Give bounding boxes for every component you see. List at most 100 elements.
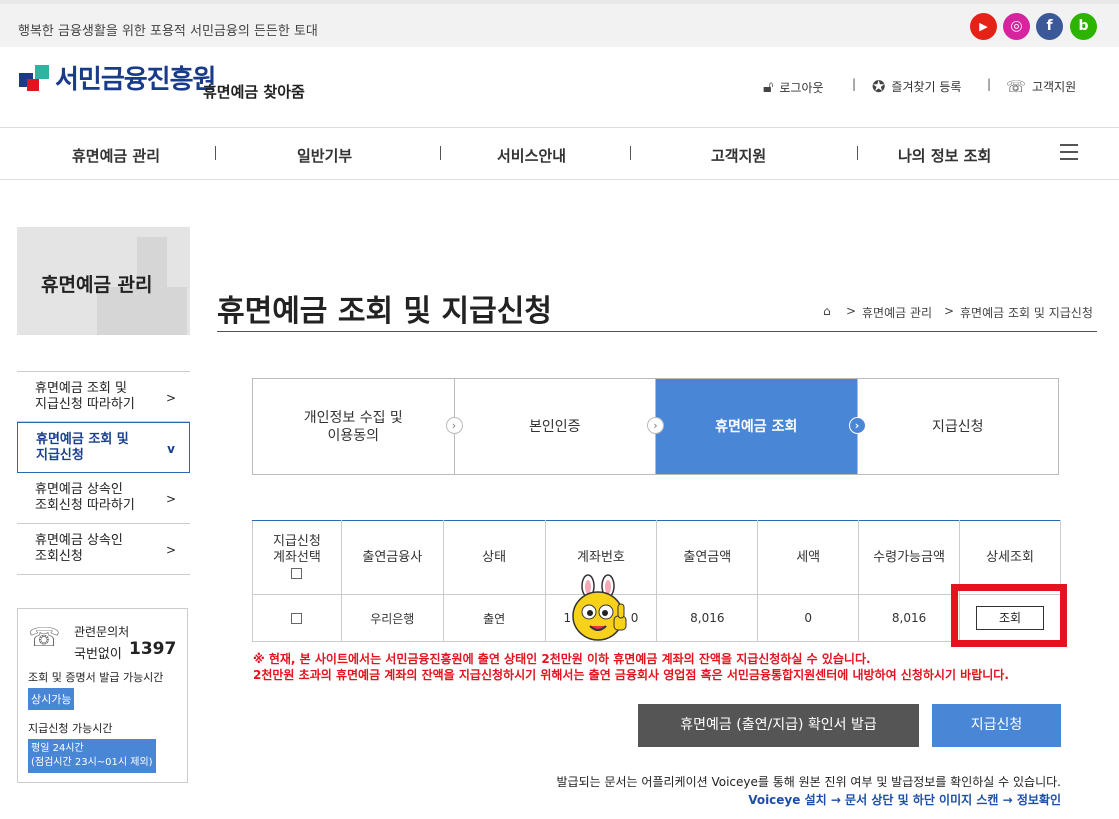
row-bank: 우리은행: [340, 594, 444, 642]
sidebar-item-heir-guide[interactable]: 휴면예금 상속인 조회신청 따라하기 >: [17, 473, 190, 524]
facebook-icon[interactable]: f: [1036, 13, 1063, 40]
col-receivable: 수령가능금액: [858, 520, 960, 595]
logout-link[interactable]: 🔓︎ 로그아웃: [763, 77, 824, 97]
inquiry-hours-label: 조회 및 증명서 발급 가능시간: [28, 671, 164, 684]
contact-title: 관련문의처: [74, 625, 130, 639]
bookmark-link[interactable]: ✪ 즐겨찾기 등록: [872, 77, 961, 96]
sidebar-item-inquiry[interactable]: 휴면예금 조회 및 지급신청 v: [17, 422, 190, 473]
nav-dormant-deposit[interactable]: 휴면예금 관리: [72, 145, 160, 166]
inquiry-hours-value: 상시가능: [28, 688, 75, 710]
breadcrumb-current[interactable]: 휴면예금 조회 및 지급신청: [960, 304, 1093, 321]
phone-number: 1397: [129, 639, 177, 659]
sidebar-item-label: 휴면예금 조회 및: [36, 432, 129, 447]
sidebar-title: 휴면예금 관리: [41, 274, 153, 296]
bookmark-label: 즐겨찾기 등록: [891, 80, 962, 94]
notice-line-2: 2천만원 초과의 휴면예금 계좌의 잔액을 지급신청하시기 위해서는 출연 금융…: [253, 668, 1009, 682]
nav-support[interactable]: 고객지원: [711, 145, 766, 166]
support-label: 고객지원: [1032, 80, 1077, 94]
payment-hours-line: (점검시간 23시~01시 제외): [31, 757, 153, 768]
table-row: 우리은행 출연 1 0 8,016 0 8,016 조회: [252, 594, 1061, 642]
payment-hours-line: 평일 24시간: [31, 743, 84, 754]
tagline: 행복한 금융생활을 위한 포용적 서민금융의 든든한 토대: [18, 24, 318, 39]
sidebar-item-heir-inquiry[interactable]: 휴면예금 상속인 조회신청 >: [17, 524, 190, 575]
row-amount: 8,016: [656, 594, 759, 642]
col-bank: 출연금융사: [340, 520, 444, 595]
nav-divider: [630, 146, 631, 160]
voiceye-steps[interactable]: Voiceye 설치 → 문서 상단 및 하단 이미지 스캔 → 정보확인: [748, 791, 1061, 808]
notice-line-1: ※ 현재, 본 사이트에서는 서민금융진흥원에 출연 상태인 2천만원 이하 휴…: [253, 652, 871, 666]
table-header-row: 지급신청 계좌선택 출연금융사 상태 계좌번호 출연금액 세액 수령가능금액 상…: [252, 520, 1061, 595]
col-status: 상태: [442, 520, 546, 595]
row-status: 출연: [442, 594, 546, 642]
instagram-icon[interactable]: ◎: [1003, 13, 1030, 40]
header-label: 계좌선택: [273, 549, 321, 565]
breadcrumb-item[interactable]: 휴면예금 관리: [862, 304, 932, 321]
progress-steps: 개인정보 수집 및 이용동의 › 본인인증 › 휴면예금 조회 › 지급신청: [252, 378, 1059, 475]
site-logo[interactable]: 서민금융진흥원: [55, 59, 216, 96]
header-label: 지급신청: [273, 533, 321, 549]
row-checkbox[interactable]: [291, 613, 303, 624]
lock-icon: 🔓︎: [763, 77, 774, 96]
highlight-box: [951, 584, 1067, 647]
step-apply: 지급신청: [858, 379, 1059, 474]
sidebar-item-label: 지급신청: [36, 448, 84, 463]
divider: |: [852, 77, 857, 91]
step-label: 본인인증: [528, 418, 581, 435]
breadcrumb-separator: >: [846, 304, 857, 318]
chevron-right-icon: >: [165, 543, 176, 557]
blog-icon[interactable]: b: [1070, 13, 1097, 40]
nav-divider: [440, 146, 441, 160]
certificate-button[interactable]: 휴면예금 (출연/지급) 확인서 발급: [638, 704, 919, 747]
step-inquiry: 휴면예금 조회 ›: [656, 379, 866, 474]
chevron-right-icon: >: [165, 391, 176, 405]
contact-header: ☏ 관련문의처 국번없이 1397: [28, 619, 177, 665]
top-bar: 행복한 금융생활을 위한 포용적 서민금융의 든든한 토대 ▶ ◎ f b: [0, 0, 1119, 47]
page-title: 휴면예금 조회 및 지급신청: [217, 294, 552, 329]
row-select-cell: [252, 594, 342, 642]
chevron-right-icon: ›: [445, 417, 463, 434]
step-label: 개인정보 수집 및: [303, 409, 403, 426]
nav-divider: [857, 146, 858, 160]
payment-hours-value: 평일 24시간 (점검시간 23시~01시 제외): [28, 739, 156, 773]
sidebar-item-guide[interactable]: 휴면예금 조회 및 지급신청 따라하기 >: [17, 371, 190, 422]
star-icon: ✪: [872, 77, 886, 96]
step-label: 지급신청: [931, 418, 984, 435]
voiceye-info: 발급되는 문서는 어플리케이션 Voiceye를 통해 원본 진위 여부 및 발…: [556, 775, 1062, 789]
tollfree-label: 국번없이: [74, 647, 122, 662]
main-nav: 휴면예금 관리 일반기부 서비스안내 고객지원 나의 정보 조회: [0, 127, 1119, 180]
home-icon[interactable]: ⌂: [823, 304, 831, 318]
step-label: 이용동의: [327, 427, 380, 444]
col-select: 지급신청 계좌선택: [252, 520, 342, 595]
payment-hours-label: 지급신청 가능시간: [28, 722, 113, 735]
youtube-icon[interactable]: ▶: [970, 13, 997, 40]
service-name[interactable]: 휴면예금 찾아줌: [203, 81, 305, 102]
logo-mark-icon[interactable]: [17, 61, 53, 95]
chevron-right-icon: ›: [848, 417, 866, 434]
title-divider: [217, 331, 1097, 332]
col-tax: 세액: [757, 520, 860, 595]
step-verification: 본인인증 ›: [455, 379, 664, 474]
chevron-right-icon: ›: [647, 417, 664, 434]
phone-bubble-icon: ☏: [28, 623, 61, 653]
nav-divider: [215, 146, 216, 160]
col-amount: 출연금액: [656, 520, 759, 595]
nav-service[interactable]: 서비스안내: [497, 145, 566, 166]
support-link[interactable]: ☏ 고객지원: [1006, 77, 1076, 96]
chevron-down-icon: v: [167, 442, 175, 456]
account-table: 지급신청 계좌선택 출연금융사 상태 계좌번호 출연금액 세액 수령가능금액 상…: [252, 520, 1061, 642]
row-receivable: 8,016: [858, 594, 960, 642]
row-tax: 0: [757, 594, 860, 642]
breadcrumb-separator: >: [944, 304, 955, 318]
contact-box: ☏ 관련문의처 국번없이 1397 조회 및 증명서 발급 가능시간 상시가능 …: [17, 608, 188, 783]
chevron-right-icon: >: [165, 492, 176, 506]
logout-label: 로그아웃: [779, 80, 824, 95]
mascot-character-icon: [570, 574, 634, 644]
nav-my-info[interactable]: 나의 정보 조회: [898, 145, 991, 166]
sidebar-title-box: 휴면예금 관리: [17, 227, 190, 335]
site-header: 서민금융진흥원 휴면예금 찾아줌 🔓︎ 로그아웃 | ✪ 즐겨찾기 등록 | ☏…: [0, 47, 1119, 127]
nav-donation[interactable]: 일반기부: [297, 145, 352, 166]
apply-button[interactable]: 지급신청: [932, 704, 1061, 747]
select-all-checkbox[interactable]: [291, 567, 303, 579]
menu-icon[interactable]: [1060, 144, 1078, 160]
divider: |: [987, 77, 992, 91]
